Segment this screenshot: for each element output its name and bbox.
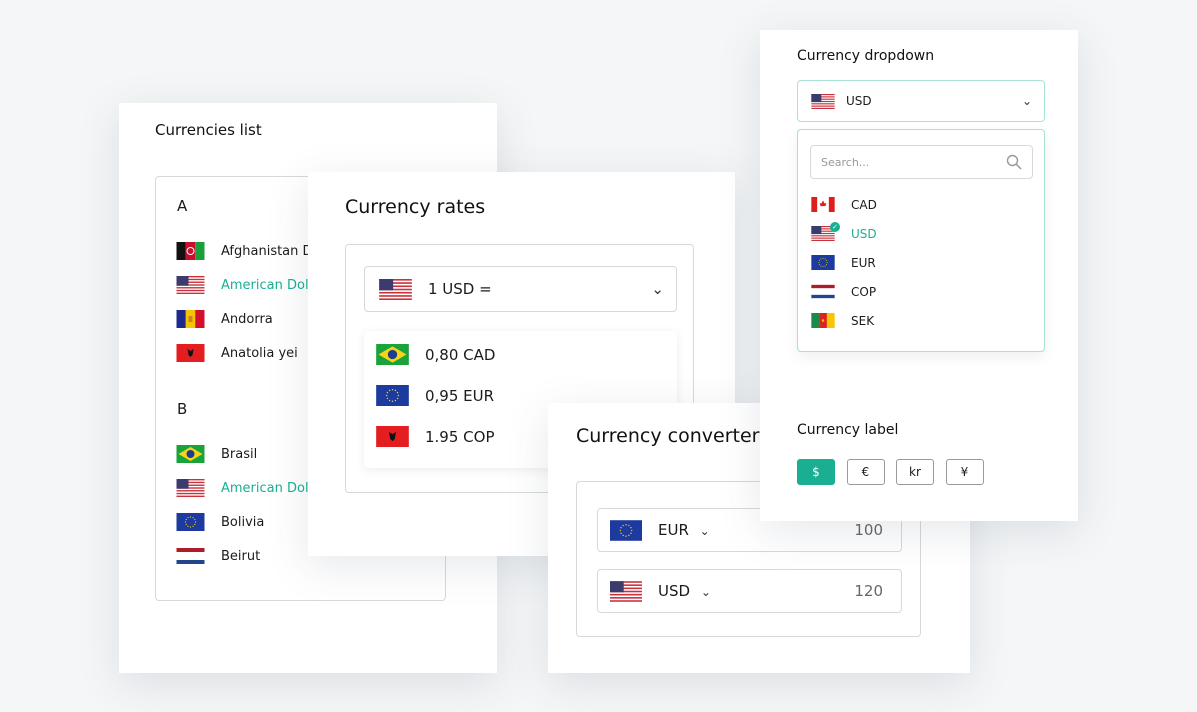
- base-currency-select[interactable]: 1 USD = ⌄: [364, 266, 677, 312]
- currency-dropdown-card: Currency dropdown USD ⌄ Search... CAD ✓ US…: [760, 30, 1078, 521]
- option-label: COP: [851, 284, 877, 299]
- currency-select[interactable]: USD ⌄: [658, 582, 711, 600]
- amount-input[interactable]: 100: [854, 521, 883, 539]
- search-placeholder: Search...: [821, 155, 870, 169]
- rate-value: 1.95 COP: [425, 427, 495, 446]
- us-flag-icon: [176, 479, 205, 497]
- currency-list-item[interactable]: Anatolia yei: [176, 344, 298, 362]
- option-label: SEK: [851, 313, 875, 328]
- converter-row: USD ⌄ 120: [597, 569, 902, 613]
- chevron-down-icon: ⌄: [651, 280, 664, 298]
- af-flag-icon: [176, 242, 205, 260]
- us-flag-icon: [610, 580, 642, 602]
- eu-flag-icon: [811, 255, 835, 270]
- chevron-down-icon: ⌄: [699, 524, 710, 538]
- currency-select[interactable]: EUR ⌄: [658, 521, 710, 539]
- currency-label-title: Currency label: [797, 422, 899, 438]
- eu-flag-icon: [176, 513, 205, 531]
- option-label: EUR: [851, 255, 876, 270]
- currency-select[interactable]: USD ⌄: [797, 80, 1045, 122]
- currency-code: EUR: [658, 521, 689, 539]
- currency-name: Anatolia yei: [221, 345, 298, 361]
- rate-item: 0,80 CAD: [376, 344, 495, 365]
- currency-symbol-button[interactable]: €: [846, 459, 885, 485]
- eu-flag-icon: [610, 519, 642, 541]
- search-icon: [1006, 154, 1022, 170]
- us-flag-icon: [176, 276, 205, 294]
- currency-list-item[interactable]: American Dol: [176, 479, 309, 497]
- currency-list-item[interactable]: Andorra: [176, 310, 273, 328]
- ca-flag-icon: [811, 197, 835, 212]
- eu-flag-icon: [376, 385, 409, 406]
- currency-option[interactable]: ✓ USD: [811, 222, 877, 241]
- currency-converter-title: Currency converter: [576, 425, 760, 447]
- us-flag-icon: [811, 93, 835, 109]
- currency-name: Bolivia: [221, 514, 265, 530]
- nl-flag-icon: [176, 547, 205, 565]
- currency-name: Beirut: [221, 548, 261, 564]
- al-flag-icon: [376, 426, 409, 447]
- currency-symbol-button[interactable]: kr: [896, 459, 934, 485]
- rate-item: 1.95 COP: [376, 426, 495, 447]
- selected-currency: USD: [846, 94, 872, 108]
- base-currency-label: 1 USD =: [428, 280, 492, 298]
- option-label: CAD: [851, 197, 877, 212]
- currency-name: Andorra: [221, 311, 273, 327]
- chevron-down-icon: ⌄: [700, 585, 711, 599]
- currency-list-item[interactable]: Bolivia: [176, 513, 264, 531]
- amount-input[interactable]: 120: [854, 582, 883, 600]
- check-icon: ✓: [830, 222, 840, 232]
- currency-dropdown-title: Currency dropdown: [797, 48, 935, 64]
- currency-option[interactable]: SEK: [811, 313, 874, 328]
- currency-name: American Dol: [221, 480, 309, 496]
- us-flag-icon: [379, 278, 412, 300]
- currency-list-item[interactable]: Brasil: [176, 445, 257, 463]
- currency-option[interactable]: CAD: [811, 197, 877, 212]
- currencies-list-title: Currencies list: [155, 121, 262, 139]
- rate-item: 0,95 EUR: [376, 385, 494, 406]
- currency-option[interactable]: COP: [811, 284, 876, 299]
- currency-symbol-button[interactable]: ¥: [945, 459, 984, 485]
- ad-flag-icon: [176, 310, 205, 328]
- chevron-down-icon: ⌄: [1021, 94, 1032, 108]
- currency-name: Afghanistan D: [221, 243, 313, 259]
- currency-rates-title: Currency rates: [345, 196, 486, 218]
- group-letter: A: [177, 197, 188, 215]
- currency-option[interactable]: EUR: [811, 255, 876, 270]
- cm-flag-icon: [811, 313, 835, 328]
- currency-list-item[interactable]: Beirut: [176, 547, 260, 565]
- currency-name: Brasil: [221, 446, 258, 462]
- option-label: USD: [851, 226, 877, 241]
- currency-name: American Dol: [221, 277, 309, 293]
- currency-list-item[interactable]: American Dol: [176, 276, 309, 294]
- al-flag-icon: [176, 344, 205, 362]
- currency-code: USD: [658, 582, 691, 600]
- rate-value: 0,80 CAD: [425, 345, 496, 364]
- br-flag-icon: [176, 445, 205, 463]
- br-flag-icon: [376, 344, 409, 365]
- currency-options-panel: Search... CAD ✓ USD EUR COP SEK: [797, 129, 1045, 352]
- search-input[interactable]: Search...: [810, 145, 1033, 179]
- rate-value: 0,95 EUR: [425, 386, 495, 405]
- nl-flag-icon: [811, 284, 835, 299]
- currency-symbol-button[interactable]: $: [797, 459, 835, 485]
- group-letter: B: [177, 400, 188, 418]
- currency-list-item[interactable]: Afghanistan D: [176, 242, 313, 260]
